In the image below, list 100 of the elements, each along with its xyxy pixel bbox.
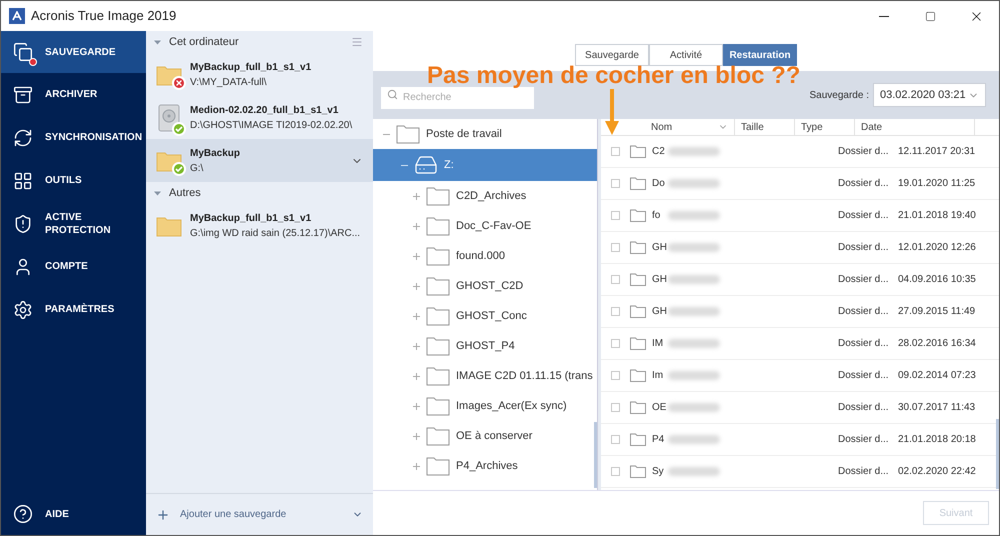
- tree-item[interactable]: Doc_C-Fav-OE: [373, 211, 597, 241]
- folder-outline-icon: [426, 456, 450, 476]
- menu-icon[interactable]: [351, 36, 363, 48]
- column-header[interactable]: Nom: [651, 120, 672, 134]
- nav-label: PARAMÈTRES: [45, 303, 114, 316]
- tree-item[interactable]: GHOST_P4: [373, 331, 597, 361]
- tree-item[interactable]: GHOST_C2D: [373, 271, 597, 301]
- checkbox[interactable]: [611, 211, 620, 220]
- caret-icon[interactable]: [154, 190, 161, 196]
- folder-outline-icon: [426, 186, 450, 206]
- column-header[interactable]: Taille: [741, 120, 764, 134]
- plus-icon[interactable]: [413, 372, 420, 380]
- tab[interactable]: Activité: [649, 44, 723, 66]
- caret-icon[interactable]: [154, 38, 161, 46]
- checkbox[interactable]: [611, 307, 620, 316]
- tree-item-label: C2D_Archives: [456, 188, 526, 204]
- table-cell-text: GH: [652, 305, 668, 319]
- checkbox[interactable]: [611, 339, 620, 348]
- maximize-icon: [924, 10, 936, 22]
- copies-icon: [13, 42, 33, 62]
- checkbox[interactable]: [611, 179, 620, 188]
- backup-path: G:\img WD raid sain (25.12.17)\ARC...: [190, 226, 360, 240]
- tree-item[interactable]: GHOST_Conc: [373, 301, 597, 331]
- table-cell-text: fo: [652, 209, 662, 223]
- tree-item[interactable]: found.000: [373, 241, 597, 271]
- tree-item[interactable]: IMAGE C2D 01.11.15 (trans: [373, 361, 597, 391]
- group-header: Autres: [169, 186, 201, 201]
- plus-icon[interactable]: [413, 432, 420, 440]
- blurred-patch: [668, 147, 720, 156]
- backup-item[interactable]: MyBackup_full_b1_s1_v1 V:\MY_DATA-full\: [146, 53, 373, 96]
- help-icon: [13, 504, 33, 524]
- nav-item[interactable]: SYNCHRONISATION: [1, 116, 146, 159]
- plus-icon[interactable]: [413, 312, 420, 320]
- table-cell-text: 19.01.2020 11:25: [898, 177, 976, 191]
- folder-outline-icon: [426, 366, 450, 386]
- table-cell-text: Im: [652, 369, 664, 383]
- scrollbar-thumb[interactable]: [594, 422, 597, 488]
- table-cell-text: Dossier d...: [838, 145, 890, 159]
- tree-item-label: OE à conserver: [456, 428, 532, 444]
- column-header[interactable]: Type: [801, 120, 823, 134]
- table-cell-text: IM: [652, 337, 664, 351]
- nav-item[interactable]: ARCHIVER: [1, 73, 146, 116]
- nav-item[interactable]: SAUVEGARDE: [1, 31, 146, 73]
- table-cell-text: P4: [652, 433, 666, 447]
- tree-item-label: GHOST_Conc: [456, 308, 527, 324]
- plus-icon[interactable]: [413, 462, 420, 470]
- table-cell-text: Dossier d...: [838, 209, 890, 223]
- shield-icon: [13, 214, 33, 234]
- nav-item[interactable]: ACTIVE PROTECTION: [1, 202, 146, 245]
- tree-item[interactable]: Z:: [373, 149, 597, 181]
- plus-icon[interactable]: [413, 252, 420, 260]
- scrollbar-thumb[interactable]: [996, 419, 999, 489]
- nav-item[interactable]: PARAMÈTRES: [1, 288, 146, 331]
- nav-item[interactable]: COMPTE: [1, 245, 146, 288]
- checkbox[interactable]: [611, 371, 620, 380]
- folder-outline-icon: [630, 145, 646, 158]
- table-cell-text: Sy: [652, 465, 665, 479]
- help-link[interactable]: AIDE: [45, 506, 69, 522]
- plus-icon: [156, 508, 170, 522]
- backup-item[interactable]: MyBackup G:\: [146, 139, 373, 182]
- nav-label: ACTIVE PROTECTION: [45, 210, 112, 236]
- blurred-patch: [668, 467, 720, 476]
- sync-icon: [13, 128, 33, 148]
- tree-item[interactable]: Images_Acer(Ex sync): [373, 391, 597, 421]
- backup-item[interactable]: MyBackup_full_b1_s1_v1 G:\img WD raid sain (25.12.17)\ARC...: [146, 204, 373, 247]
- folder-outline-icon: [630, 305, 646, 318]
- tab[interactable]: Sauvegarde: [575, 44, 649, 66]
- plus-icon[interactable]: [413, 192, 420, 200]
- checkbox[interactable]: [611, 467, 620, 476]
- checkbox[interactable]: [611, 243, 620, 252]
- version-dropdown[interactable]: 03.02.2020 03:21: [873, 83, 986, 107]
- add-backup-button[interactable]: Ajouter une sauvegarde: [180, 507, 286, 522]
- table-cell-text: 28.02.2016 16:34: [898, 337, 977, 351]
- checkbox[interactable]: [611, 403, 620, 412]
- tree-item[interactable]: OE à conserver: [373, 421, 597, 451]
- tab[interactable]: Restauration: [723, 44, 797, 66]
- table-cell-text: 21.01.2018 20:18: [898, 433, 977, 447]
- search-field[interactable]: Recherche: [381, 86, 534, 108]
- plus-icon[interactable]: [413, 342, 420, 350]
- table-cell-text: Dossier d...: [838, 465, 890, 479]
- checkbox[interactable]: [611, 147, 620, 156]
- tree-item-label: Poste de travail: [426, 126, 502, 142]
- archive-box-icon: [13, 84, 33, 104]
- tree-item[interactable]: P4_Archives: [373, 451, 597, 481]
- nav-item[interactable]: OUTILS: [1, 159, 146, 202]
- blurred-patch: [668, 243, 720, 252]
- tree-item[interactable]: C2D_Archives: [373, 181, 597, 211]
- plus-icon[interactable]: [413, 282, 420, 290]
- plus-icon[interactable]: [413, 402, 420, 410]
- backup-item[interactable]: Medion-02.02.20_full_b1_s1_v1 D:\GHOST\IMAGE TI2019-02.02.20\: [146, 96, 373, 139]
- blurred-patch: [668, 179, 720, 188]
- table-cell-text: GH: [652, 273, 668, 287]
- checkbox[interactable]: [611, 435, 620, 444]
- tree-item[interactable]: Poste de travail: [373, 119, 597, 149]
- column-header[interactable]: Date: [861, 120, 882, 134]
- annotation-arrow: [605, 89, 619, 135]
- plus-icon[interactable]: [413, 222, 420, 230]
- checkbox[interactable]: [611, 275, 620, 284]
- table-cell-text: Dossier d...: [838, 433, 890, 447]
- folder-outline-icon: [426, 426, 450, 446]
